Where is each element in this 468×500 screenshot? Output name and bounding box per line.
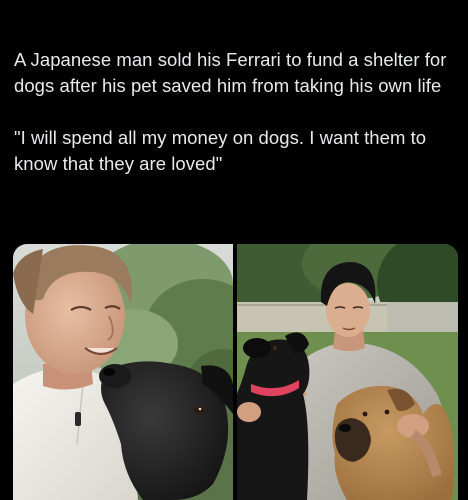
photo-man-with-black-dog[interactable]: [13, 244, 233, 500]
post-card: A Japanese man sold his Ferrari to fund …: [0, 0, 468, 500]
post-text: A Japanese man sold his Ferrari to fund …: [14, 47, 456, 177]
media-grid[interactable]: [13, 244, 458, 500]
post-paragraph-headline: A Japanese man sold his Ferrari to fund …: [14, 49, 447, 96]
photo-man-with-black-dog-image: [13, 244, 233, 500]
photo-man-with-two-dogs[interactable]: [237, 244, 458, 500]
photo-man-with-two-dogs-image: [237, 244, 458, 500]
post-paragraph-quote: "I will spend all my money on dogs. I wa…: [14, 127, 427, 174]
